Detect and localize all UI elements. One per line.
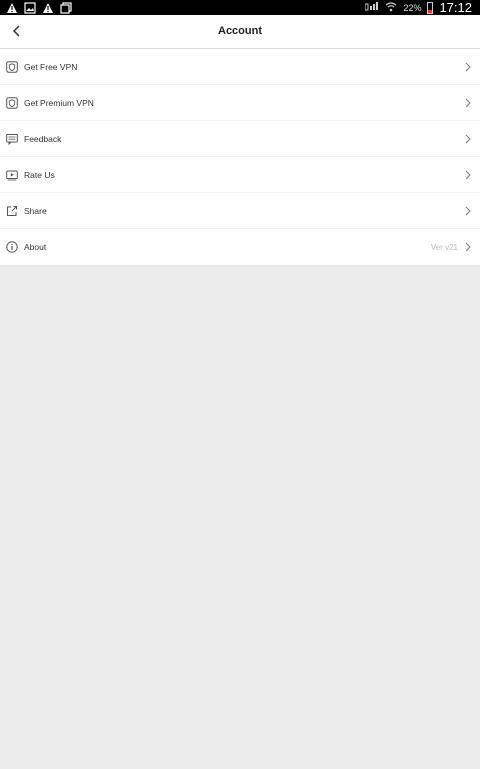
menu-item-get-free-vpn[interactable]: Get Free VPN [0,49,480,85]
image-icon [24,1,36,14]
menu-item-label: Get Premium VPN [24,97,94,108]
menu-item-label: Feedback [24,133,62,144]
menu-item-label: Share [24,205,47,216]
shield-icon [5,96,19,110]
version-text: Ver v21 [430,242,458,252]
chevron-right-icon [465,62,471,72]
chevron-right-icon [465,206,471,216]
account-menu: Get Free VPN Get Premium VPN Feedback Ra… [0,49,480,265]
warning-icon [42,1,54,13]
chevron-right-icon [465,170,471,180]
signal-icon [364,0,379,15]
system-status: 22% 17:12 [364,0,472,15]
menu-item-about[interactable]: About Ver v21 [0,229,480,265]
info-icon [5,240,19,254]
menu-item-label: Rate Us [24,169,55,180]
menu-item-rate-us[interactable]: Rate Us [0,157,480,193]
chevron-right-icon [465,134,471,144]
status-bar: 22% 17:12 [0,0,480,15]
warning-icon [6,1,18,13]
shield-icon [5,60,19,74]
share-icon [5,204,19,218]
menu-item-get-premium-vpn[interactable]: Get Premium VPN [0,85,480,121]
menu-item-share[interactable]: Share [0,193,480,229]
app-bar: Account [0,15,480,49]
chevron-right-icon [465,98,471,108]
menu-item-label: Get Free VPN [24,61,78,72]
menu-item-feedback[interactable]: Feedback [0,121,480,157]
play-icon [5,168,19,182]
menu-item-label: About [24,242,47,252]
gallery-icon [60,1,72,14]
battery-percent: 22% [403,2,422,13]
message-icon [5,132,19,146]
wifi-icon [385,0,397,15]
battery-icon [427,1,434,14]
chevron-right-icon [465,242,471,252]
notification-icons [6,1,72,14]
page-title: Account [218,25,262,37]
clock: 17:12 [439,0,472,15]
